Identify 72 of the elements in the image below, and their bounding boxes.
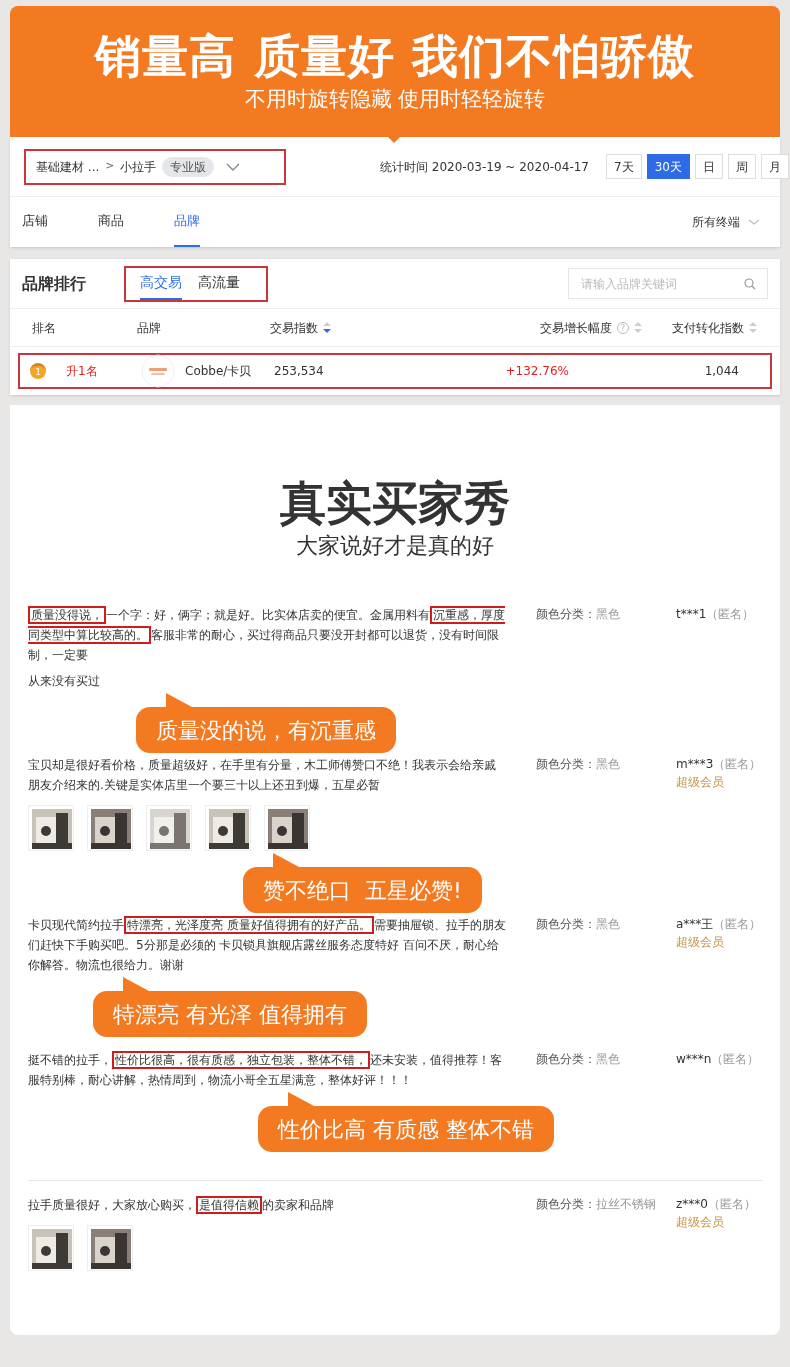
field-label: 颜色分类： xyxy=(536,756,596,773)
breadcrumb-separator: > xyxy=(105,158,115,175)
ranking-tab[interactable]: 高交易 xyxy=(140,267,182,300)
review-text: 质量没得说， 一个字：好，俩字；就是好。比实体店卖的便宜。金属用料有 沉重感，厚度同类型中算比较高的。 客服非常的耐心，买过得商品只要没开封都可以退货，没有时间限制，一定要 xyxy=(28,605,506,664)
member-label: 超级会员 xyxy=(676,1214,725,1231)
field-label: 颜色分类： xyxy=(536,1051,596,1068)
range-button[interactable]: 日 xyxy=(694,154,723,179)
table-cell-text: +132.76% xyxy=(504,363,569,380)
field-value: 黑色 xyxy=(596,1051,620,1068)
user-name: z***0 xyxy=(676,1196,708,1213)
nav-tab[interactable]: 商品 xyxy=(98,197,124,247)
anonymous-label: （匿名） xyxy=(711,1051,760,1068)
ranking-row[interactable]: 1 升1名 Cobbe/卡贝 253,534 +132.76% 1,044 xyxy=(18,353,772,389)
search-field[interactable]: 请输入品牌关键词 xyxy=(568,268,768,299)
anonymous-label: （匿名） xyxy=(713,916,762,933)
device-filter[interactable]: 所有终端 xyxy=(692,213,740,231)
field-label: 颜色分类： xyxy=(536,916,596,933)
review-text: 挺不错的拉手， 性价比很高，很有质感，独立包装，整体不错， 还未安装，值得推荐！客服特别棒，耐心讲解，热情周到，物流小哥全五星满意，整体好评！！！ xyxy=(28,1050,503,1089)
bubble-pointer xyxy=(166,693,192,707)
field-value: 黑色 xyxy=(596,756,620,773)
range-button[interactable]: 7天 xyxy=(606,154,642,179)
medal-badge: 1 xyxy=(30,363,46,379)
section-subtitle: 大家说好才是真的好 xyxy=(296,532,494,560)
nav-tab[interactable]: 店铺 xyxy=(22,197,48,247)
user-name: w***n xyxy=(676,1051,712,1068)
field-value: 黑色 xyxy=(596,606,620,623)
brand-name: Cobbe/卡贝 xyxy=(185,363,252,380)
brand-logo-icon xyxy=(141,354,175,388)
user-name: m***3 xyxy=(676,756,714,773)
field-value: 拉丝不锈钢 xyxy=(596,1196,656,1213)
review-text: 拉手质量很好，大家放心购买， 是值得信赖 的卖家和品牌 xyxy=(28,1195,335,1215)
range-button[interactable]: 30天 xyxy=(646,154,690,179)
field-label: 颜色分类： xyxy=(536,1196,596,1213)
section-title: 真实买家秀 xyxy=(280,475,510,531)
nav-tab[interactable]: 品牌 xyxy=(174,197,200,247)
review-text: 宝贝却是很好看价格，质量超级好，在手里有分量，木工师傅赞口不绝！我表示会给亲戚朋友介绍来的.关键是实体店里一个要三十以上还丑到爆，五星必暂 xyxy=(28,757,497,794)
ranking-tab[interactable]: 高流量 xyxy=(198,267,240,300)
column-header: 排名 xyxy=(32,319,56,337)
field-value: 黑色 xyxy=(596,916,620,933)
bubble-pointer xyxy=(123,977,149,991)
review-text: 卡贝现代简约拉手 特漂亮，光泽度亮 质量好值得拥有的好产品。 需要抽屉锁、拉手的朋友们赶快下手购买吧。5分那是必须的 卡贝锁具旗舰店露丝服务态度特好 百问不厌，耐心给你解答。物流也很给力。谢谢 xyxy=(28,915,506,974)
edition-badge: 专业版 xyxy=(162,156,215,177)
anonymous-label: （匿名） xyxy=(706,606,755,623)
table-cell-text: 253,534 xyxy=(274,363,325,380)
bubble-pointer xyxy=(288,1092,314,1106)
column-header[interactable]: 支付转化指数 xyxy=(672,318,744,337)
member-label: 超级会员 xyxy=(676,934,725,951)
user-name: a***王 xyxy=(676,916,714,933)
range-button[interactable]: 月 xyxy=(760,154,789,179)
anonymous-label: （匿名） xyxy=(707,1196,756,1213)
table-cell-text: 1,044 xyxy=(703,363,739,380)
chevron-down-icon xyxy=(226,162,241,171)
field-label: 颜色分类： xyxy=(536,606,596,623)
category-text[interactable]: 小拉手 xyxy=(120,157,157,176)
rank-change: 升1名 xyxy=(66,363,98,380)
chevron-down-icon xyxy=(748,219,760,225)
banner-title: 销量高 质量好 我们不怕骄傲 xyxy=(94,28,696,84)
bubble-pointer xyxy=(273,853,299,867)
search-icon xyxy=(744,278,756,290)
column-header[interactable]: 交易指数 xyxy=(270,318,318,337)
review-text: 从来没有买过 xyxy=(28,673,101,690)
column-header: 品牌 xyxy=(137,319,161,337)
user-name: t***1 xyxy=(676,606,707,623)
panel-title: 品牌排行 xyxy=(22,272,86,295)
banner-subtitle: 不用时旋转隐藏 使用时轻轻旋转 xyxy=(244,86,546,113)
anonymous-label: （匿名） xyxy=(713,756,762,773)
member-label: 超级会员 xyxy=(676,774,725,791)
sort-icon[interactable] xyxy=(323,322,331,333)
column-header[interactable]: 交易增长幅度 xyxy=(540,318,612,337)
range-button[interactable]: 周 xyxy=(727,154,756,179)
stat-period: 统计时间 2020-03-19 ~ 2020-04-17 xyxy=(380,158,589,176)
breadcrumb-text[interactable]: 基础建材 ... xyxy=(36,157,100,176)
